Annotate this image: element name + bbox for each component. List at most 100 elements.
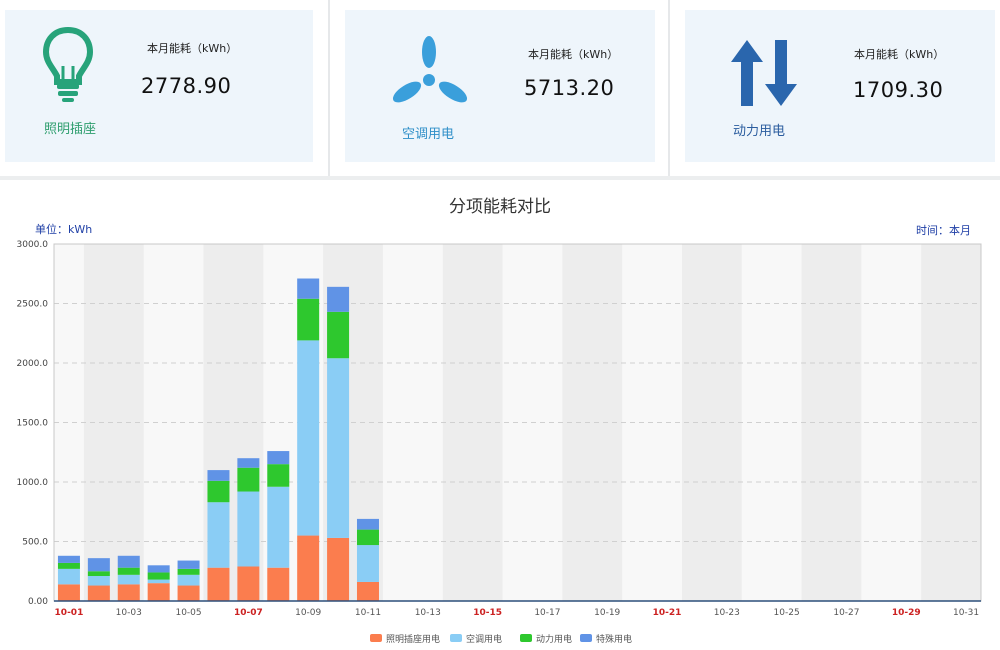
card-power-wrap: 动力用电 本月能耗（kWh） 1709.30 [670,0,1000,178]
x-tick-label: 10-31 [953,608,979,618]
bar-segment[interactable] [207,567,230,601]
bar-segment[interactable] [87,571,110,577]
bar-segment[interactable] [297,298,320,341]
x-tick-label: 10-17 [534,608,560,618]
card-value: 2778.90 [141,74,232,98]
bar-segment[interactable] [327,537,350,601]
bar-segment[interactable] [297,535,320,601]
card-label: 照明插座 [44,122,97,137]
column-band [711,244,743,601]
card-label: 动力用电 [733,124,786,139]
legend-label[interactable]: 动力用电 [536,633,572,645]
bar-segment[interactable] [177,585,200,601]
x-tick-label: 10-27 [833,608,859,618]
x-tick-label: 10-29 [892,608,921,618]
y-tick-label: 3000.0 [17,240,49,250]
x-tick-label: 10-13 [415,608,441,618]
x-tick-label: 10-23 [714,608,740,618]
x-tick-label: 10-03 [116,608,142,618]
bar-segment[interactable] [177,560,200,569]
bar-segment[interactable] [57,584,80,601]
bar-segment[interactable] [177,574,200,586]
legend-label[interactable]: 特殊用电 [596,633,632,645]
bar-segment[interactable] [177,568,200,575]
legend-swatch [520,634,532,642]
x-tick-label: 10-05 [175,608,201,618]
bar-segment[interactable] [356,581,379,601]
bar-segment[interactable] [327,311,350,359]
x-tick-label: 10-15 [473,608,502,618]
summary-cards: 照明插座 本月能耗（kWh） 2778.90 空调用电 本月能耗（kWh） 57… [0,0,1000,178]
unit-label: 单位：kWh [35,222,92,236]
column-band [801,244,832,601]
bar-segment[interactable] [207,470,230,481]
bar-segment[interactable] [356,529,379,546]
bar-segment[interactable] [147,565,170,573]
x-tick-label: 10-19 [594,608,620,618]
card-metric-label: 本月能耗（kWh） [147,42,238,55]
y-tick-label: 1000.0 [17,478,49,488]
bar-segment[interactable] [356,518,379,530]
legend-label[interactable]: 空调用电 [466,633,502,645]
bar-segment[interactable] [356,545,379,582]
bar-segment[interactable] [267,486,290,568]
x-tick-label: 10-25 [774,608,800,618]
bar-segment[interactable] [267,464,290,487]
bar-segment[interactable] [87,576,110,586]
legend-swatch [450,634,462,642]
card-value: 5713.20 [524,76,615,100]
bar-segment[interactable] [147,579,170,584]
bar-segment[interactable] [57,555,80,563]
bar-segment[interactable] [87,558,110,572]
x-tick-label: 10-11 [355,608,381,618]
section-divider [0,176,1000,180]
bar-segment[interactable] [117,567,140,575]
card-value: 1709.30 [853,78,944,102]
y-tick-label: 500.0 [22,538,48,548]
bar-segment[interactable] [267,567,290,601]
bar-segment[interactable] [267,451,290,465]
bar-segment[interactable] [237,566,260,601]
y-tick-label: 2500.0 [17,300,49,310]
card-aircon-wrap: 空调用电 本月能耗（kWh） 5713.20 [330,0,670,178]
bar-segment[interactable] [117,574,140,585]
bar-segment[interactable] [327,358,350,538]
x-tick-label: 10-09 [295,608,321,618]
bar-segment[interactable] [327,286,350,312]
bar-segment[interactable] [147,583,170,601]
x-tick-label: 10-01 [55,608,84,618]
plot-area: 0.00 500.0 1000.0 1500.0 2000.0 2500.0 3000.0 1… [17,240,982,618]
bar-segment[interactable] [57,568,80,585]
bar-segment[interactable] [207,480,230,503]
bar-segment[interactable] [297,278,320,299]
legend-swatch [370,634,382,642]
x-tick-label: 10-07 [234,608,263,618]
fan-icon [392,36,468,103]
card-power: 动力用电 本月能耗（kWh） 1709.30 [685,10,995,162]
bar-segment[interactable] [117,555,140,568]
chart-title: 分项能耗对比 [449,197,551,217]
up-down-arrows-icon [731,40,797,106]
card-metric-label: 本月能耗（kWh） [854,48,945,61]
bar-segment[interactable] [147,572,170,580]
legend: 照明插座用电 空调用电 动力用电 特殊用电 [370,633,632,645]
card-label: 空调用电 [402,127,455,142]
bar-segment[interactable] [237,458,260,468]
card-lighting-wrap: 照明插座 本月能耗（kWh） 2778.90 [0,0,330,178]
bar-segment[interactable] [117,584,140,601]
x-tick-label: 10-21 [653,608,682,618]
lightbulb-icon [43,26,93,102]
y-tick-label: 0.00 [28,597,48,607]
bar-segment[interactable] [87,585,110,601]
bar-segment[interactable] [57,562,80,569]
y-tick-label: 2000.0 [17,359,49,369]
bar-segment[interactable] [297,340,320,536]
legend-swatch [580,634,592,642]
legend-label[interactable]: 照明插座用电 [386,633,440,645]
card-aircon: 空调用电 本月能耗（kWh） 5713.20 [345,10,655,162]
bar-segment[interactable] [207,502,230,568]
y-tick-label: 1500.0 [17,419,49,429]
card-lighting: 照明插座 本月能耗（kWh） 2778.90 [5,10,313,162]
bar-segment[interactable] [237,467,260,492]
bar-segment[interactable] [237,491,260,567]
